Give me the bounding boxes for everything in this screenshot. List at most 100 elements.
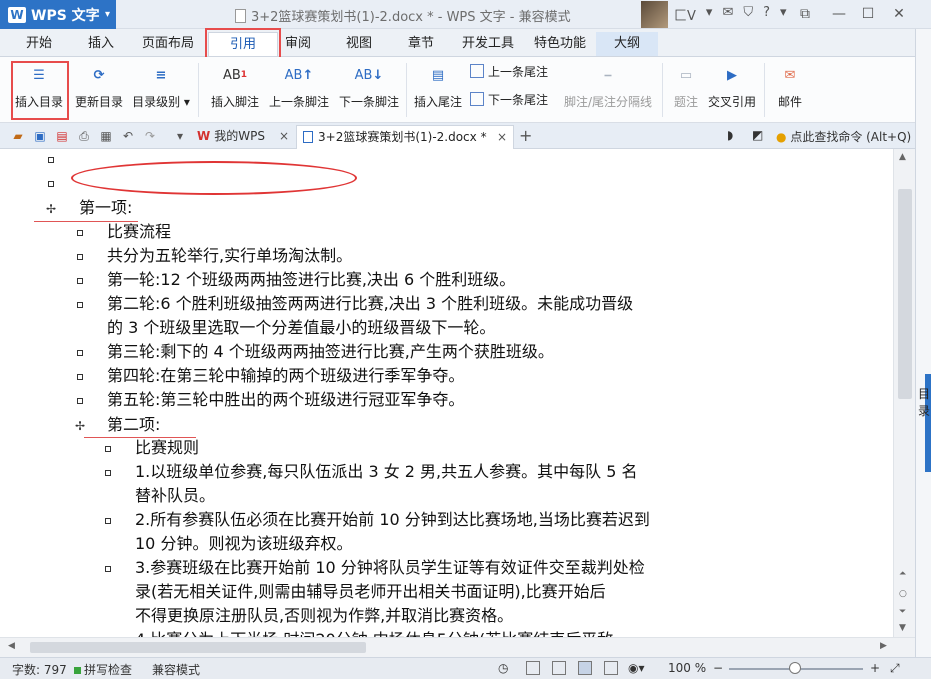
zoom-slider-handle[interactable] (789, 662, 801, 674)
tab-view[interactable]: 视图 (338, 32, 380, 56)
history-icon[interactable]: ◷ (498, 661, 508, 675)
fullscreen-icon[interactable] (526, 661, 540, 675)
toc-level-label: 目录级别 ▾ (132, 95, 190, 109)
maximize-icon[interactable]: ☐ (855, 3, 881, 25)
separator-label: 脚注/尾注分隔线 (563, 95, 653, 109)
list-item-continued: 替补队员。 (135, 486, 216, 505)
tab-page-layout[interactable]: 页面布局 (140, 32, 196, 56)
print-preview-icon[interactable]: ▦ (98, 128, 114, 144)
help-chevron-icon[interactable]: ▾ (780, 5, 787, 24)
footnote-icon-sup: 1 (240, 70, 248, 80)
next-page-icon[interactable]: ⏷ (899, 607, 906, 617)
tab-start[interactable]: 开始 (18, 32, 60, 56)
toc-level-button[interactable]: ≡ 目录级别 ▾ (131, 61, 191, 110)
zoom-level[interactable]: 100 % (668, 661, 706, 675)
next-endnote-button[interactable]: 下一条尾注 (470, 91, 548, 108)
tab-review[interactable]: 审阅 (280, 32, 316, 56)
reading-view-icon[interactable]: ◉▾ (628, 661, 645, 675)
command-search-label: 点此查找命令 (Alt+Q) (790, 130, 912, 144)
separator-button[interactable]: ⎯ 脚注/尾注分隔线 (560, 61, 656, 110)
zoom-in-icon[interactable]: + (870, 661, 880, 675)
new-tab-icon[interactable]: + (519, 126, 532, 145)
ribbon-divider (406, 63, 407, 117)
prev-footnote-icon: AB ↑ (284, 67, 314, 83)
scroll-left-icon[interactable]: ◀ (8, 641, 15, 651)
list-item: 共分为五轮举行,实行单场淘汰制。 (107, 246, 353, 265)
caption-button[interactable]: ▭ 题注 (668, 61, 704, 110)
horizontal-scrollbar[interactable]: ◀ ▶ (0, 637, 915, 657)
next-endnote-label: 下一条尾注 (488, 93, 549, 107)
tab-document[interactable]: 3+2篮球赛策划书(1)-2.docx * × (296, 125, 514, 149)
list-bullet (105, 470, 111, 476)
customize-chevron-icon[interactable]: ▾ (172, 128, 188, 144)
save-icon[interactable]: ▣ (32, 128, 48, 144)
menu-bar: 开始 插入 页面布局 引用 审阅 视图 章节 开发工具 特色功能 大纲 (0, 29, 915, 57)
scroll-down-icon[interactable]: ▼ (899, 623, 906, 633)
vertical-scroll-thumb[interactable] (898, 189, 912, 399)
undo-icon[interactable]: ↶ (120, 128, 136, 144)
list-bullet (105, 518, 111, 524)
browse-object-icon[interactable]: ○ (899, 589, 907, 599)
empty-bullet (48, 157, 54, 163)
flag-icon[interactable]: ◗ (727, 128, 733, 142)
restore-panel-icon[interactable]: ⧉ (792, 3, 818, 25)
expand-icon[interactable]: ✢ (75, 420, 85, 432)
side-panel-label: 目录 (918, 387, 931, 418)
tab-insert[interactable]: 插入 (80, 32, 122, 56)
close-tab-icon[interactable]: × (497, 126, 507, 148)
word-count[interactable]: 字数: 797 (12, 661, 67, 678)
minimize-icon[interactable]: — (826, 3, 852, 25)
list-item-heading: 比赛流程 (107, 222, 172, 241)
endnote-icon: ▤ (431, 67, 445, 83)
skin-icon[interactable]: ✉ (722, 5, 733, 24)
user-chevron-icon[interactable]: ▾ (706, 5, 713, 24)
prev-endnote-button[interactable]: 上一条尾注 (470, 63, 548, 80)
redo-icon[interactable]: ↷ (142, 128, 158, 144)
prev-footnote-button[interactable]: AB ↑ 上一条脚注 (266, 61, 332, 110)
tab-mywps[interactable]: W 我的WPS × (191, 125, 295, 149)
title-bar: W WPS 文字 ▾ 3+2篮球赛策划书(1)-2.docx * - WPS 文… (0, 0, 931, 29)
expand-icon[interactable]: ✢ (46, 203, 56, 215)
command-search[interactable]: ● 点此查找命令 (Alt+Q) (776, 128, 911, 145)
caption-label: 题注 (673, 95, 698, 109)
prev-endnote-label: 上一条尾注 (488, 65, 549, 79)
tab-features[interactable]: 特色功能 (530, 32, 590, 56)
insert-endnote-button[interactable]: ▤ 插入尾注 (411, 61, 465, 110)
close-icon[interactable]: ✕ (886, 3, 912, 25)
horizontal-scroll-thumb[interactable] (30, 642, 366, 653)
avatar[interactable] (641, 1, 668, 28)
close-tab-icon[interactable]: × (279, 125, 289, 147)
fit-window-icon[interactable]: ⤢ (890, 661, 900, 676)
help-icon[interactable]: ? (763, 5, 770, 24)
document-area[interactable]: ✢ 第一项: 比赛流程 共分为五轮举行,实行单场淘汰制。 第一轮:12 个班级两… (0, 149, 893, 637)
page-view-icon[interactable] (552, 661, 566, 675)
wps-menu-button[interactable]: W WPS 文字 ▾ (0, 0, 116, 29)
wps-logo-icon: W (8, 6, 26, 23)
vertical-scrollbar[interactable]: ▲ ⏶ ○ ⏷ ▼ (893, 149, 915, 637)
share-icon[interactable]: ◩ (752, 128, 763, 142)
bottom-strip (0, 679, 931, 694)
scroll-up-icon[interactable]: ▲ (899, 152, 906, 162)
shirt-icon[interactable]: ⛉ (743, 5, 753, 24)
mail-icon: ✉ (784, 67, 796, 83)
web-view-icon[interactable] (604, 661, 618, 675)
zoom-out-icon[interactable]: − (713, 661, 723, 675)
list-item: 2.所有参赛队伍必须在比赛开始前 10 分钟到达比赛场地,当场比赛若迟到 (135, 510, 650, 529)
spell-check[interactable]: 拼写检查 (74, 661, 132, 678)
next-footnote-button[interactable]: AB ↓ 下一条脚注 (336, 61, 402, 110)
mail-button[interactable]: ✉ 邮件 (770, 61, 810, 110)
export-pdf-icon[interactable]: ▤ (54, 128, 70, 144)
print-icon[interactable]: ⎙ (76, 128, 92, 144)
insert-footnote-button[interactable]: AB 1 插入脚注 (208, 61, 262, 110)
scroll-right-icon[interactable]: ▶ (880, 641, 887, 651)
prev-page-icon[interactable]: ⏶ (899, 569, 906, 579)
ribbon-divider (198, 63, 199, 117)
update-toc-button[interactable]: ⟳ 更新目录 (72, 61, 126, 110)
tab-chapter[interactable]: 章节 (400, 32, 442, 56)
tab-developer[interactable]: 开发工具 (458, 32, 518, 56)
cross-reference-button[interactable]: ▶ 交叉引用 (706, 61, 758, 110)
open-folder-icon[interactable]: ▰ (10, 128, 26, 144)
user-menu[interactable]: 匚V (674, 5, 696, 24)
outline-view-icon[interactable] (578, 661, 592, 675)
tab-outline[interactable]: 大纲 (596, 32, 658, 56)
